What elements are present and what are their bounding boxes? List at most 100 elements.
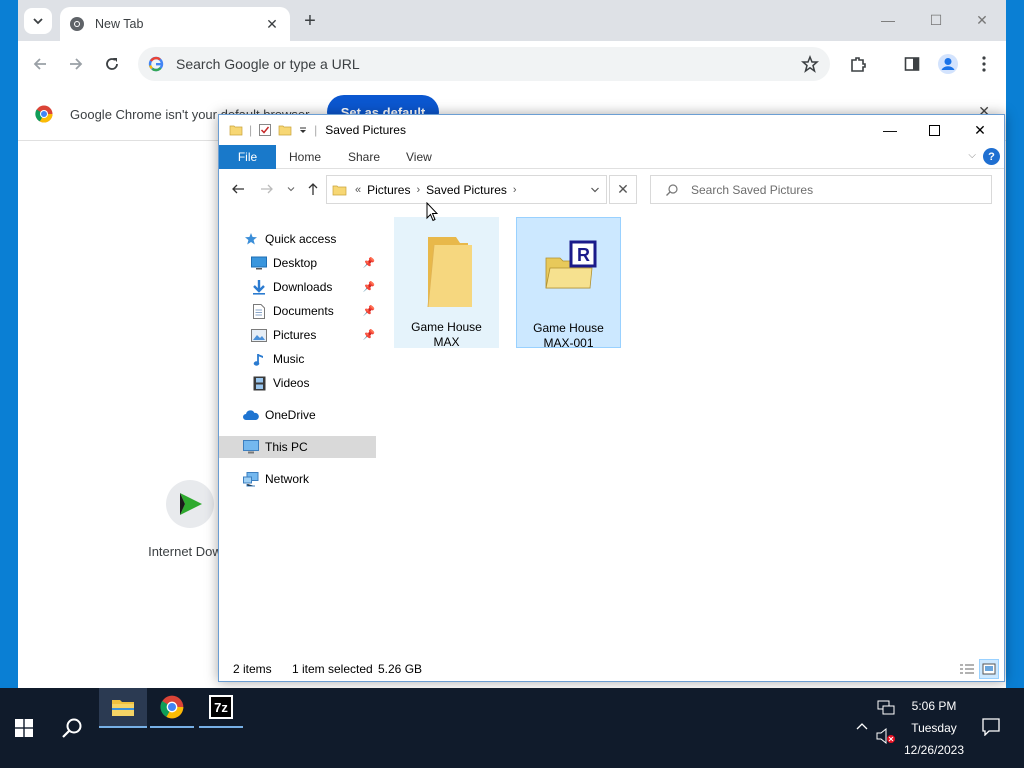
chrome-color-logo-icon <box>35 105 53 123</box>
expand-ribbon-icon[interactable]: ⌵ <box>968 150 976 161</box>
close-tab-icon[interactable]: ✕ <box>262 14 282 34</box>
pin-icon[interactable]: 📌 <box>363 282 375 293</box>
ribbon-tab-share[interactable]: Share <box>348 150 380 164</box>
nav-desktop[interactable]: Desktop 📌 <box>251 252 375 274</box>
search-button[interactable] <box>50 688 94 768</box>
recent-locations-button[interactable] <box>282 180 300 198</box>
reload-icon <box>106 58 118 70</box>
breadcrumb-separator-icon[interactable]: › <box>416 184 420 196</box>
show-hidden-icons-chevron-icon[interactable] <box>852 716 872 736</box>
clear-address-button[interactable]: ✕ <box>609 175 637 204</box>
tab-search-button[interactable] <box>24 8 52 34</box>
nav-label: Documents <box>273 304 334 318</box>
customize-dropdown-icon[interactable] <box>298 125 308 135</box>
taskbar-chrome[interactable] <box>150 688 194 728</box>
explorer-minimize-button[interactable]: — <box>867 115 913 145</box>
ribbon-tab-file[interactable]: File <box>219 145 276 169</box>
help-icon[interactable]: ? <box>983 148 1000 165</box>
folder-icon <box>427 237 472 308</box>
taskbar-7zip[interactable]: 7z <box>199 688 243 728</box>
extensions-button[interactable] <box>846 52 870 76</box>
up-button[interactable] <box>304 180 322 198</box>
nav-label: OneDrive <box>265 408 316 422</box>
maximize-button[interactable]: ☐ <box>916 6 956 34</box>
profile-button[interactable] <box>936 52 960 76</box>
pin-icon[interactable]: 📌 <box>363 306 375 317</box>
breadcrumb-saved-pictures[interactable]: Saved Pictures <box>426 183 507 197</box>
new-tab-button[interactable]: + <box>298 10 322 34</box>
search-input[interactable]: Search Saved Pictures <box>650 175 992 204</box>
shortcut-tile <box>166 480 214 528</box>
network-status-icon[interactable] <box>876 698 896 718</box>
nav-label: This PC <box>265 440 308 454</box>
document-icon <box>251 303 267 319</box>
large-icons-view-button[interactable] <box>979 659 999 679</box>
side-panel-button[interactable] <box>900 52 924 76</box>
new-folder-icon[interactable] <box>278 123 292 137</box>
nav-pictures[interactable]: Pictures 📌 <box>251 324 375 346</box>
file-item-game-house-max[interactable]: Game House MAX <box>394 217 499 349</box>
chrome-logo-icon <box>160 695 184 719</box>
pin-icon[interactable]: 📌 <box>363 258 375 269</box>
address-history-dropdown[interactable] <box>584 176 606 203</box>
clock-day[interactable]: Tuesday <box>900 721 968 735</box>
volume-muted-icon[interactable] <box>876 726 896 746</box>
nav-videos[interactable]: Videos <box>251 372 309 394</box>
nav-music[interactable]: Music <box>251 348 304 370</box>
nav-onedrive[interactable]: OneDrive <box>243 404 316 426</box>
back-button[interactable] <box>28 52 52 76</box>
taskbar-file-explorer[interactable] <box>99 688 147 728</box>
path-overflow[interactable]: « <box>355 184 361 196</box>
address-bar[interactable]: « Pictures › Saved Pictures › <box>326 175 607 204</box>
nav-label: Network <box>265 472 310 486</box>
breadcrumb-separator-icon[interactable]: › <box>513 184 517 196</box>
bookmark-star-icon[interactable] <box>800 54 820 74</box>
close-window-button[interactable]: ✕ <box>962 6 1002 34</box>
side-panel-icon <box>904 57 920 71</box>
search-icon <box>62 718 82 738</box>
properties-check-icon[interactable] <box>258 123 272 137</box>
nav-label: Music <box>273 352 305 366</box>
reload-button[interactable] <box>100 52 124 76</box>
nav-documents[interactable]: Documents 📌 <box>251 300 375 322</box>
address-row: « Pictures › Saved Pictures › ✕ Search S… <box>219 170 1004 210</box>
clock-time[interactable]: 5:06 PM <box>900 699 968 713</box>
chrome-toolbar: Search Google or type a URL <box>18 41 1006 87</box>
item-count: 2 items <box>233 662 272 676</box>
explorer-close-button[interactable]: ✕ <box>957 115 1003 145</box>
file-item-game-house-max-001[interactable]: R Game House MAX-001 <box>516 217 621 350</box>
nav-downloads[interactable]: Downloads 📌 <box>251 276 375 298</box>
explorer-back-button[interactable] <box>229 180 247 198</box>
notifications-icon[interactable] <box>980 716 1002 738</box>
minimize-button[interactable]: — <box>868 6 908 34</box>
pin-icon[interactable]: 📌 <box>363 330 375 341</box>
ribbon-tab-home[interactable]: Home <box>289 150 321 164</box>
explorer-maximize-button[interactable] <box>911 115 957 145</box>
music-note-icon <box>251 351 267 367</box>
nav-network[interactable]: Network <box>243 468 309 490</box>
file-name-line1: Game House <box>411 320 482 334</box>
desktop-icon <box>251 255 267 271</box>
chevron-down-icon <box>33 18 43 25</box>
quick-access-toolbar: | | <box>229 123 317 137</box>
clock-date[interactable]: 12/26/2023 <box>900 743 968 757</box>
chrome-logo-icon <box>70 17 84 31</box>
explorer-forward-button[interactable] <box>258 180 276 198</box>
nav-this-pc[interactable]: This PC <box>219 436 376 458</box>
arrow-left-icon <box>232 184 244 194</box>
ribbon-tab-view[interactable]: View <box>406 150 432 164</box>
windows-logo-icon <box>15 719 33 737</box>
file-name-line2: MAX-001 <box>543 336 594 350</box>
nav-quick-access[interactable]: Quick access <box>243 228 336 250</box>
details-view-button[interactable] <box>957 659 977 679</box>
breadcrumb-pictures[interactable]: Pictures <box>367 183 410 197</box>
details-view-icon <box>960 664 974 674</box>
7zip-logo-icon: 7z <box>209 695 233 719</box>
omnibox[interactable]: Search Google or type a URL <box>138 47 830 81</box>
forward-button[interactable] <box>64 52 88 76</box>
chrome-menu-button[interactable] <box>972 52 996 76</box>
tab-new-tab[interactable]: New Tab ✕ <box>60 7 290 41</box>
start-button[interactable] <box>0 688 48 768</box>
selection-count: 1 item selected <box>292 662 373 676</box>
chrome-tab-bar: New Tab ✕ + — ☐ ✕ <box>18 0 1006 41</box>
